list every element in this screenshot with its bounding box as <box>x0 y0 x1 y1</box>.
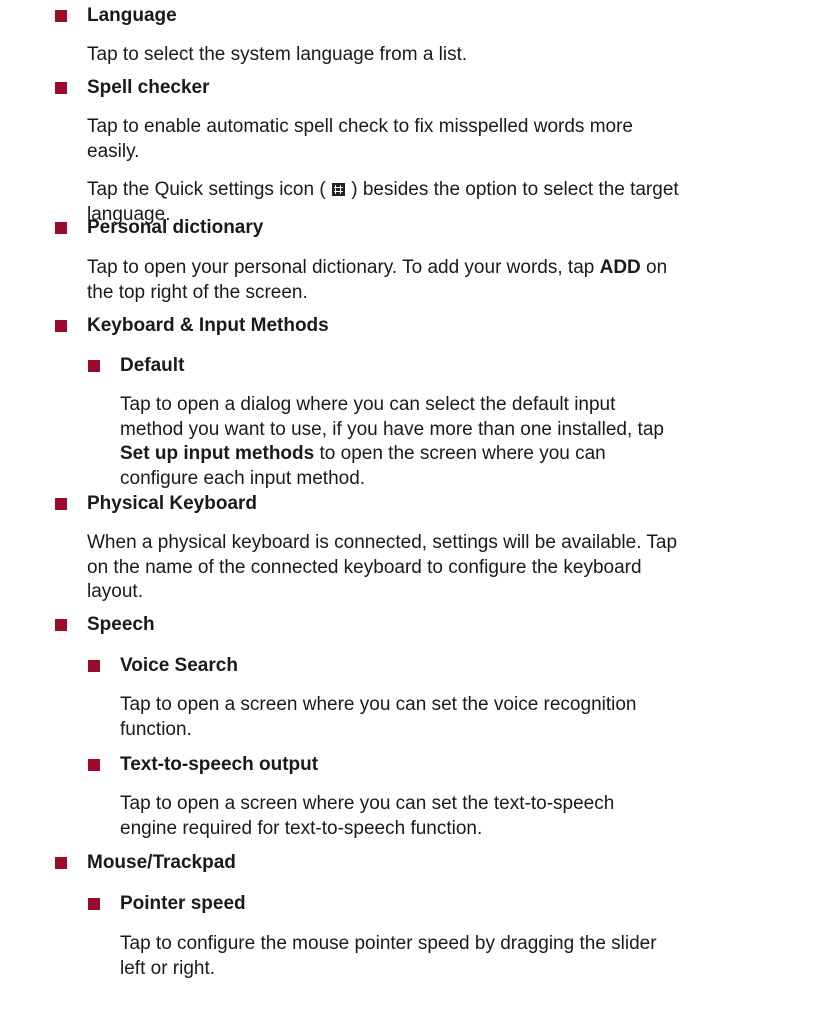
text-line: Tap to enable automatic spell check to f… <box>87 116 633 137</box>
heading-tts: Text-to-speech output <box>120 754 319 775</box>
para-language: Tap to select the system language from a… <box>87 43 467 68</box>
text-line: function. <box>120 718 192 740</box>
text-line: Tap to open a screen where you can set t… <box>120 694 637 715</box>
text-line: Tap to open a dialog where you can selec… <box>120 394 616 415</box>
heading-speech: Speech <box>87 614 155 635</box>
set-up-input-methods-keyword: Set up input methods <box>120 443 315 464</box>
text-segment: Tap the Quick settings icon ( <box>87 179 326 200</box>
bullet-icon <box>55 498 67 510</box>
bullet-icon <box>55 82 67 94</box>
para-tts: Tap to open a screen where you can set t… <box>120 792 614 841</box>
para-physical-keyboard: When a physical keyboard is connected, s… <box>87 531 677 605</box>
bullet-icon <box>88 898 100 910</box>
text-line: method you want to use, if you have more… <box>120 418 664 440</box>
heading-personal-dictionary: Personal dictionary <box>87 217 264 238</box>
text-line: Tap to configure the mouse pointer speed… <box>120 933 657 954</box>
text-line: left or right. <box>120 957 216 979</box>
add-keyword: ADD <box>599 257 641 278</box>
quick-settings-icon <box>331 183 345 196</box>
text-line: easily. <box>87 140 140 162</box>
bullet-icon <box>55 619 67 631</box>
heading-physical-keyboard: Physical Keyboard <box>87 493 258 514</box>
bullet-icon <box>88 759 100 771</box>
text-line: Tap to select the system language from a… <box>87 44 468 65</box>
para-spell-checker-1: Tap to enable automatic spell check to f… <box>87 115 633 164</box>
heading-voice-search: Voice Search <box>120 655 238 676</box>
text-line: Tap to open a screen where you can set t… <box>120 793 615 814</box>
heading-pointer-speed: Pointer speed <box>120 893 246 914</box>
text-segment: Tap to open your personal dictionary. To… <box>87 257 600 278</box>
text-line: When a physical keyboard is connected, s… <box>87 532 678 553</box>
text-segment: on <box>640 257 668 278</box>
text-line: layout. <box>87 581 143 602</box>
settings-doc-page: Language Tap to select the system langua… <box>0 0 820 1025</box>
text-line: the top right of the screen. <box>87 281 308 303</box>
bullet-icon <box>88 360 100 372</box>
para-personal-dictionary: Tap to open your personal dictionary. To… <box>87 256 667 305</box>
para-default: Tap to open a dialog where you can selec… <box>120 393 664 491</box>
bullet-icon <box>55 222 67 234</box>
heading-language: Language <box>87 5 177 26</box>
bullet-icon <box>55 857 67 869</box>
bullet-icon <box>55 320 67 332</box>
para-pointer-speed: Tap to configure the mouse pointer speed… <box>120 932 657 981</box>
bullet-icon <box>55 10 67 22</box>
text-line: on the name of the connected keyboard to… <box>87 556 642 578</box>
heading-spell-checker: Spell checker <box>87 77 210 98</box>
heading-mouse-trackpad: Mouse/Trackpad <box>87 852 236 873</box>
bullet-icon <box>88 660 100 672</box>
text-line: engine required for text-to-speech funct… <box>120 817 483 839</box>
para-voice-search: Tap to open a screen where you can set t… <box>120 693 637 742</box>
heading-default: Default <box>120 355 185 376</box>
heading-keyboard-input: Keyboard & Input Methods <box>87 315 329 336</box>
text-segment: to open the screen where you can <box>314 443 606 464</box>
text-segment: ) besides the option to select the targe… <box>351 179 679 200</box>
text-line: configure each input method. <box>120 467 366 489</box>
